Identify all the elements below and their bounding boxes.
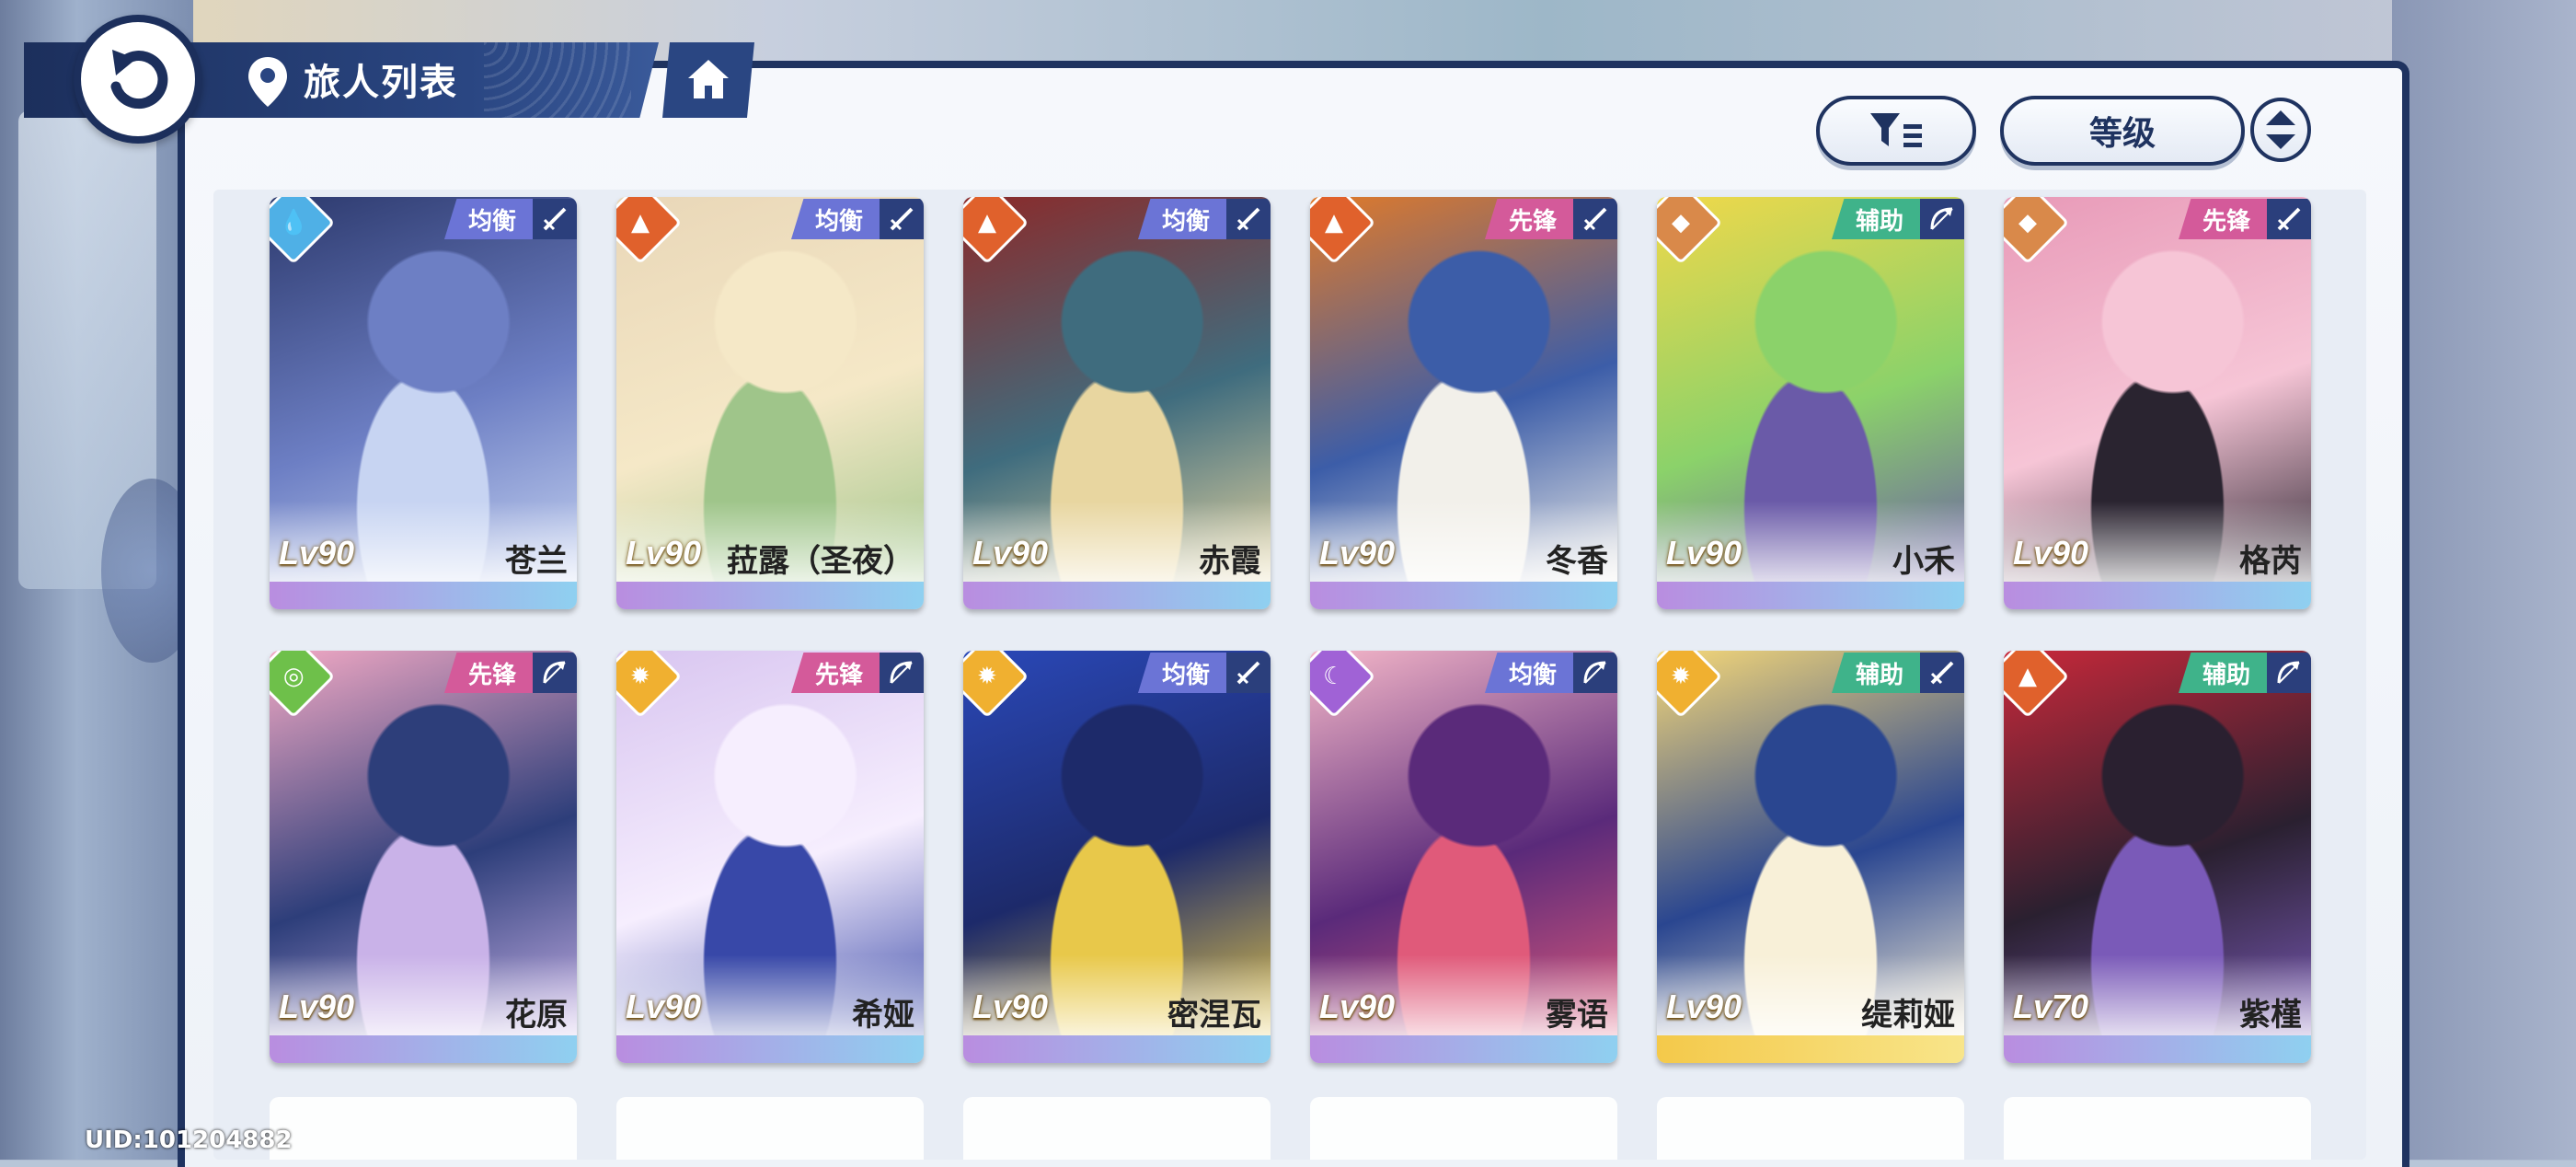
filter-button[interactable] (1816, 96, 1976, 166)
character-name: 冬香 (1546, 543, 1608, 580)
sword-icon (890, 207, 914, 231)
sword-icon (543, 207, 567, 231)
card-frame (270, 1035, 577, 1063)
character-card[interactable]: ▲ 先锋 Lv90 冬香 (1310, 197, 1617, 609)
role-badge: 先锋 (443, 653, 533, 693)
character-level: Lv90 (279, 988, 355, 1025)
character-card[interactable]: ▲ 均衡 Lv90 赤霞 (963, 197, 1271, 609)
character-level: Lv70 (2013, 988, 2089, 1025)
role-badge: 均衡 (1137, 199, 1226, 239)
card-peek[interactable] (963, 1097, 1271, 1160)
role-badge: 均衡 (1484, 653, 1573, 693)
character-name: 紫槿 (2239, 997, 2302, 1034)
card-frame (1657, 1035, 1964, 1063)
character-name: 小禾 (1892, 543, 1955, 580)
uid-label: UID:101204882 (85, 1127, 293, 1154)
character-level: Lv90 (972, 988, 1049, 1025)
character-card[interactable]: ✹ 先锋 Lv90 希娅 (616, 651, 924, 1063)
bow-icon (2277, 661, 2300, 684)
sword-icon (1236, 661, 1260, 685)
character-name: 花原 (505, 997, 568, 1034)
character-level: Lv90 (626, 534, 702, 572)
character-level: Lv90 (279, 534, 355, 572)
card-frame (270, 582, 577, 609)
character-card[interactable]: 💧 均衡 Lv90 苍兰 (270, 197, 577, 609)
card-frame (963, 1035, 1271, 1063)
character-card[interactable]: ▲ 均衡 Lv90 菈露（圣夜） (616, 197, 924, 609)
bow-icon (1583, 661, 1606, 684)
card-peek[interactable] (270, 1097, 577, 1160)
role-badge: 辅助 (1831, 653, 1920, 693)
bow-icon (890, 661, 913, 684)
character-card[interactable]: ▲ 辅助 Lv70 紫槿 (2004, 651, 2311, 1063)
role-badge: 先锋 (2178, 199, 2267, 239)
bow-icon (543, 661, 566, 684)
card-peek[interactable] (1657, 1097, 1964, 1160)
character-name: 苍兰 (505, 543, 568, 580)
character-card[interactable]: ◎ 先锋 Lv90 花原 (270, 651, 577, 1063)
home-icon (688, 60, 729, 98)
character-level: Lv90 (1319, 988, 1396, 1025)
card-frame (616, 1035, 924, 1063)
card-peek[interactable] (1310, 1097, 1617, 1160)
back-arrow-icon (110, 50, 168, 110)
role-badge: 先锋 (1484, 199, 1573, 239)
page-title: 旅人列表 (304, 62, 458, 104)
role-badge: 辅助 (2178, 653, 2267, 693)
character-card[interactable]: ✹ 均衡 Lv90 密涅瓦 (963, 651, 1271, 1063)
sword-icon (2277, 207, 2301, 231)
character-level: Lv90 (626, 988, 702, 1025)
back-button[interactable] (74, 15, 202, 144)
character-name: 菈露（圣夜） (727, 543, 914, 580)
card-peek[interactable] (2004, 1097, 2311, 1160)
card-frame (963, 582, 1271, 609)
sort-order-toggle[interactable] (2250, 98, 2311, 162)
character-card[interactable]: ◆ 辅助 Lv90 小禾 (1657, 197, 1964, 609)
card-frame (1310, 1035, 1617, 1063)
character-name: 密涅瓦 (1167, 997, 1261, 1034)
sword-icon (1583, 207, 1607, 231)
card-frame (1657, 582, 1964, 609)
card-frame (616, 582, 924, 609)
role-badge: 均衡 (443, 199, 533, 239)
character-card[interactable]: ☾ 均衡 Lv90 雾语 (1310, 651, 1617, 1063)
character-name: 缇莉娅 (1861, 997, 1955, 1034)
filter-icon (1870, 113, 1922, 147)
character-level: Lv90 (972, 534, 1049, 572)
role-badge: 先锋 (790, 653, 880, 693)
card-frame (1310, 582, 1617, 609)
sword-icon (1930, 661, 1954, 685)
character-name: 希娅 (852, 997, 914, 1034)
sort-order-icon (2266, 110, 2295, 149)
card-peek[interactable] (616, 1097, 924, 1160)
location-pin-icon (248, 57, 287, 107)
character-name: 雾语 (1546, 997, 1608, 1034)
character-name: 赤霞 (1199, 543, 1261, 580)
role-badge: 均衡 (1137, 653, 1226, 693)
character-card[interactable]: ◆ 先锋 Lv90 格芮 (2004, 197, 2311, 609)
character-level: Lv90 (1666, 988, 1742, 1025)
character-level: Lv90 (1319, 534, 1396, 572)
role-badge: 均衡 (790, 199, 880, 239)
home-button[interactable] (662, 42, 754, 118)
background-scenery-right (2392, 0, 2576, 1160)
sort-by-button[interactable]: 等级 (2000, 96, 2245, 166)
character-card[interactable]: ✹ 辅助 Lv90 缇莉娅 (1657, 651, 1964, 1063)
character-level: Lv90 (2013, 534, 2089, 572)
card-frame (2004, 582, 2311, 609)
role-badge: 辅助 (1831, 199, 1920, 239)
sword-icon (1236, 207, 1260, 231)
character-name: 格芮 (2239, 543, 2302, 580)
card-frame (2004, 1035, 2311, 1063)
bow-icon (1930, 207, 1953, 230)
character-level: Lv90 (1666, 534, 1742, 572)
